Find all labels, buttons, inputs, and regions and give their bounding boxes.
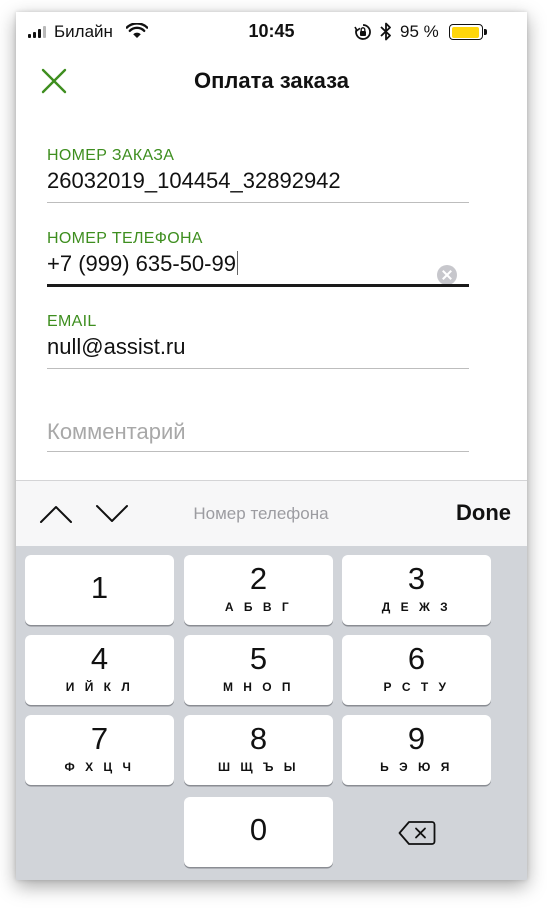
battery-tip: [484, 29, 487, 35]
key-2[interactable]: 2 А Б В Г: [184, 555, 333, 625]
chevron-up-icon[interactable]: [38, 503, 74, 525]
key-digit: 7: [90, 721, 109, 756]
key-1[interactable]: 1: [25, 555, 174, 625]
key-digit: 3: [407, 561, 426, 596]
phone-screen: Билайн 10:45 95 % Оплата заказа НОМЕР ЗА…: [16, 12, 527, 880]
comment-underline: [47, 451, 469, 452]
key-digit: 5: [249, 641, 268, 676]
key-letters: Ф Х Ц Ч: [64, 760, 135, 774]
key-digit: 4: [90, 641, 109, 676]
text-caret: [236, 251, 238, 275]
status-bar: Билайн 10:45 95 %: [16, 12, 527, 52]
key-letters: Ш Щ Ъ Ы: [218, 760, 299, 774]
key-letters: М Н О П: [222, 680, 295, 694]
key-letters: А Б В Г: [224, 600, 293, 614]
phone-value[interactable]: +7 (999) 635-50-99: [47, 251, 236, 276]
clear-icon[interactable]: [437, 265, 457, 285]
key-7[interactable]: 7 Ф Х Ц Ч: [25, 715, 174, 785]
battery-percent: 95 %: [400, 22, 439, 41]
email-value: null@assist.ru: [47, 334, 186, 359]
phone-field[interactable]: НОМЕР ТЕЛЕФОНА +7 (999) 635-50-99: [47, 230, 469, 288]
numeric-keypad: 1 2 А Б В Г 3 Д Е Ж З 4 И Й К Л 5 М Н О …: [16, 546, 527, 880]
bluetooth-icon: [380, 22, 391, 41]
key-3[interactable]: 3 Д Е Ж З: [342, 555, 491, 625]
email-underline: [47, 368, 469, 369]
keyboard-accessory-bar: Номер телефона Done: [16, 480, 527, 546]
battery-icon: [449, 24, 483, 40]
key-digit: 9: [407, 721, 426, 756]
key-letters: Д Е Ж З: [381, 600, 452, 614]
key-6[interactable]: 6 Р С Т У: [342, 635, 491, 705]
accessory-field-title: Номер телефона: [193, 504, 329, 523]
comment-field[interactable]: Комментарий: [47, 419, 469, 455]
rotation-lock-icon: [354, 24, 371, 40]
order-number-field[interactable]: НОМЕР ЗАКАЗА 26032019_104454_32892942: [47, 147, 469, 205]
key-digit: 0: [249, 812, 268, 847]
email-field[interactable]: EMAIL null@assist.ru: [47, 313, 469, 371]
done-button[interactable]: Done: [456, 500, 511, 526]
chevron-down-icon[interactable]: [94, 503, 130, 525]
key-9[interactable]: 9 Ь Э Ю Я: [342, 715, 491, 785]
key-digit: 8: [249, 721, 268, 756]
phone-input-row[interactable]: +7 (999) 635-50-99: [47, 251, 469, 277]
order-number-label: НОМЕР ЗАКАЗА: [47, 147, 175, 164]
key-5[interactable]: 5 М Н О П: [184, 635, 333, 705]
key-4[interactable]: 4 И Й К Л: [25, 635, 174, 705]
key-digit: 1: [90, 570, 109, 605]
phone-underline: [47, 284, 469, 287]
key-letters: И Й К Л: [65, 680, 134, 694]
key-digit: 2: [249, 561, 268, 596]
key-0[interactable]: 0: [184, 797, 333, 867]
key-letters: Ь Э Ю Я: [380, 760, 453, 774]
page-title: Оплата заказа: [193, 68, 349, 93]
order-number-value: 26032019_104454_32892942: [47, 168, 341, 193]
order-number-underline: [47, 202, 469, 203]
phone-label: НОМЕР ТЕЛЕФОНА: [47, 230, 203, 247]
email-label: EMAIL: [47, 313, 97, 330]
comment-placeholder[interactable]: Комментарий: [47, 419, 469, 445]
key-8[interactable]: 8 Ш Щ Ъ Ы: [184, 715, 333, 785]
backspace-icon[interactable]: [398, 820, 436, 846]
key-letters: Р С Т У: [383, 680, 450, 694]
key-digit: 6: [407, 641, 426, 676]
